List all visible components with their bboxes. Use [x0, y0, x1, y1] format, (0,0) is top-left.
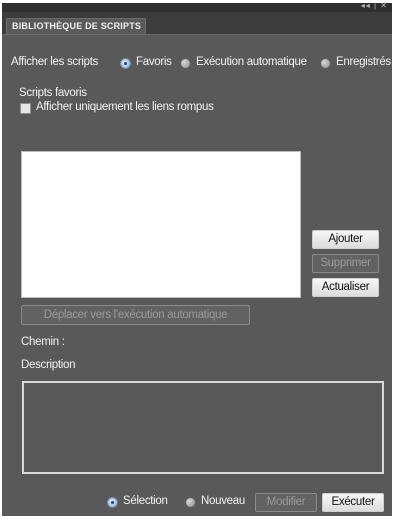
radio-selection[interactable]: [107, 497, 118, 508]
broken-links-checkbox[interactable]: [20, 103, 31, 114]
radio-favorites-label[interactable]: Favoris: [136, 56, 172, 68]
radio-saved[interactable]: [320, 58, 331, 69]
broken-links-checkbox-label[interactable]: Afficher uniquement les liens rompus: [36, 101, 214, 113]
description-label: Description: [21, 359, 76, 371]
favorites-section-label: Scripts favoris: [19, 87, 87, 99]
radio-saved-label[interactable]: Enregistrés: [336, 56, 391, 68]
remove-button[interactable]: Supprimer: [312, 254, 379, 273]
panel-titlebar: ◂◂ | ✕: [2, 1, 392, 12]
modify-button[interactable]: Modifier: [255, 493, 317, 512]
collapse-close-icons[interactable]: ◂◂ | ✕: [361, 1, 388, 10]
move-to-autorun-button[interactable]: Déplacer vers l'exécution automatique: [21, 305, 250, 325]
description-box: [22, 381, 384, 474]
tab-script-library[interactable]: BIBLIOTHÈQUE DE SCRIPTS: [6, 18, 146, 34]
path-label: Chemin :: [21, 336, 65, 348]
tab-strip: BIBLIOTHÈQUE DE SCRIPTS: [2, 12, 392, 35]
radio-new[interactable]: [185, 497, 196, 508]
show-scripts-label: Afficher les scripts: [11, 56, 99, 68]
radio-selection-label[interactable]: Sélection: [123, 495, 168, 507]
radio-new-label[interactable]: Nouveau: [201, 495, 245, 507]
add-button[interactable]: Ajouter: [312, 230, 379, 249]
script-library-panel: ◂◂ | ✕ BIBLIOTHÈQUE DE SCRIPTS Afficher …: [2, 1, 392, 516]
favorite-scripts-list[interactable]: [21, 151, 301, 298]
radio-autorun-label[interactable]: Exécution automatique: [196, 56, 307, 68]
execute-button[interactable]: Exécuter: [322, 493, 384, 512]
radio-autorun[interactable]: [180, 58, 191, 69]
radio-favorites[interactable]: [120, 58, 131, 69]
refresh-button[interactable]: Actualiser: [312, 278, 379, 297]
